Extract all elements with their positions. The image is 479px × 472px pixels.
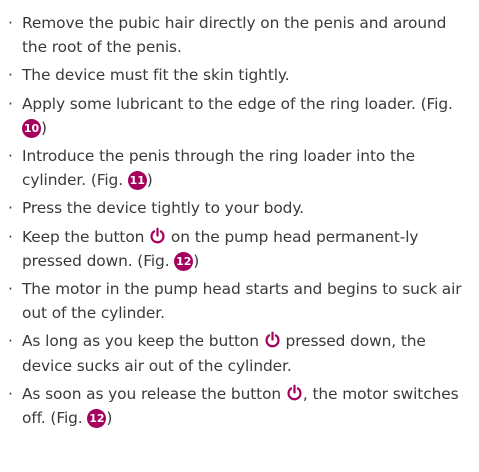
- item-text: Introduce the penis through the ring loa…: [22, 147, 415, 190]
- item-text-end: ): [106, 409, 113, 428]
- list-item: · As soon as you release the button , the…: [0, 382, 479, 430]
- bullet: ·: [8, 94, 13, 113]
- instruction-list: · Remove the pubic hair directly on the p…: [0, 0, 479, 430]
- list-item: · As long as you keep the button pressed …: [0, 329, 479, 377]
- power-icon: [264, 331, 281, 348]
- list-item: · Press the device tightly to your body.: [0, 196, 479, 220]
- bullet: ·: [8, 227, 13, 246]
- bullet: ·: [8, 332, 13, 351]
- bullet: ·: [8, 199, 13, 218]
- bullet: ·: [8, 280, 13, 299]
- item-text-end: ): [41, 118, 47, 137]
- item-text: Press the device tightly to your body.: [22, 199, 304, 218]
- item-text-start: As long as you keep the button: [22, 332, 264, 351]
- figure-badge: 12: [87, 409, 107, 429]
- power-icon: [286, 384, 303, 401]
- item-text-start: Keep the button: [22, 227, 150, 246]
- figure-badge: 11: [127, 171, 147, 191]
- item-text: The motor in the pump head starts and be…: [22, 280, 462, 323]
- list-item: · Keep the button on the pump head perman…: [0, 225, 479, 273]
- list-item: · Apply some lubricant to the edge of the…: [0, 92, 479, 140]
- bullet: ·: [8, 384, 13, 403]
- figure-badge: 10: [22, 118, 41, 138]
- item-text-end: ): [146, 171, 153, 190]
- item-text: Remove the pubic hair directly on the pe…: [22, 14, 447, 57]
- item-text-end: ): [193, 251, 200, 270]
- list-item: · Introduce the penis through the ring lo…: [0, 144, 479, 192]
- item-text: Apply some lubricant to the edge of the …: [22, 94, 453, 113]
- bullet: ·: [8, 14, 13, 32]
- item-text: The device must fit the skin tightly.: [22, 66, 290, 85]
- list-item: · The motor in the pump head starts and b…: [0, 277, 479, 325]
- bullet: ·: [8, 66, 13, 85]
- power-icon: [149, 227, 166, 244]
- item-text-start: As soon as you release the button: [22, 384, 286, 403]
- list-item: · Remove the pubic hair directly on the p…: [0, 11, 479, 59]
- list-item: · The device must fit the skin tightly.: [0, 63, 479, 87]
- figure-badge: 12: [174, 251, 194, 271]
- bullet: ·: [8, 147, 13, 166]
